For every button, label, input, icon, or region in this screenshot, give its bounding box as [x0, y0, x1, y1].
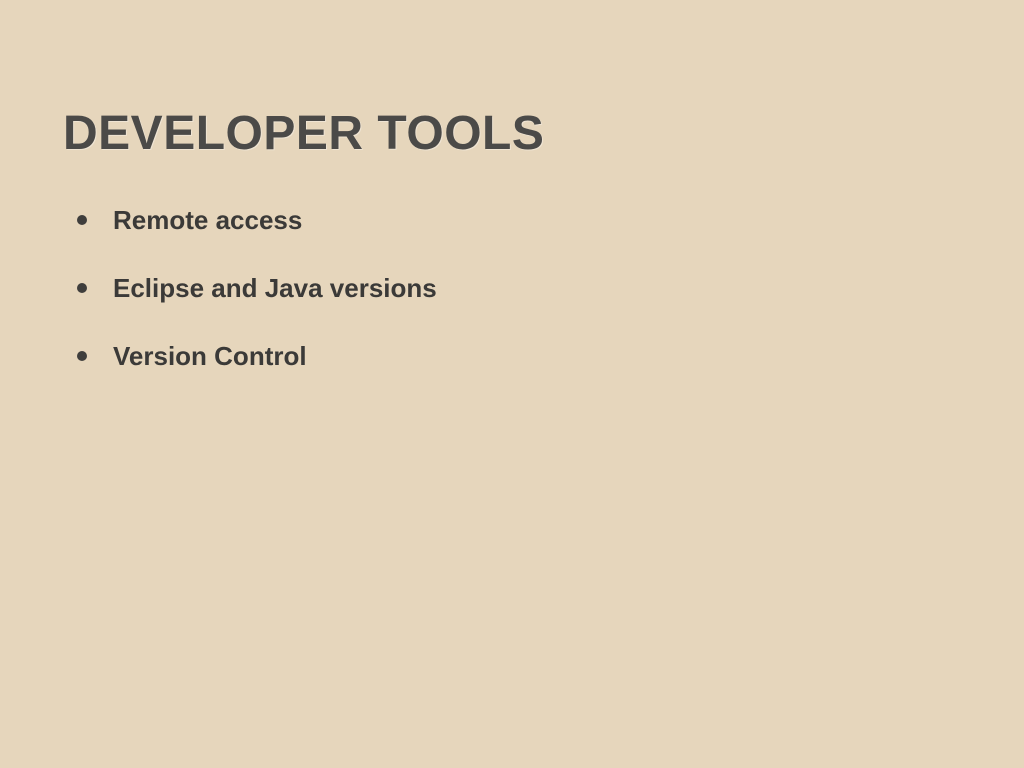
bullet-dot-icon: [77, 351, 87, 361]
bullet-item-version-control: Version Control: [72, 334, 437, 378]
bullet-item-eclipse-java: Eclipse and Java versions: [72, 266, 437, 310]
slide: DEVELOPER TOOLS Remote access Eclipse an…: [0, 0, 1024, 768]
bullet-text: Remote access: [113, 205, 303, 235]
bullet-dot-icon: [77, 215, 87, 225]
bullet-list: Remote access Eclipse and Java versions …: [72, 198, 437, 402]
bullet-text: Version Control: [113, 341, 307, 371]
bullet-dot-icon: [77, 283, 87, 293]
bullet-item-remote-access: Remote access: [72, 198, 437, 242]
bullet-text: Eclipse and Java versions: [113, 273, 437, 303]
slide-title: DEVELOPER TOOLS: [63, 107, 545, 160]
